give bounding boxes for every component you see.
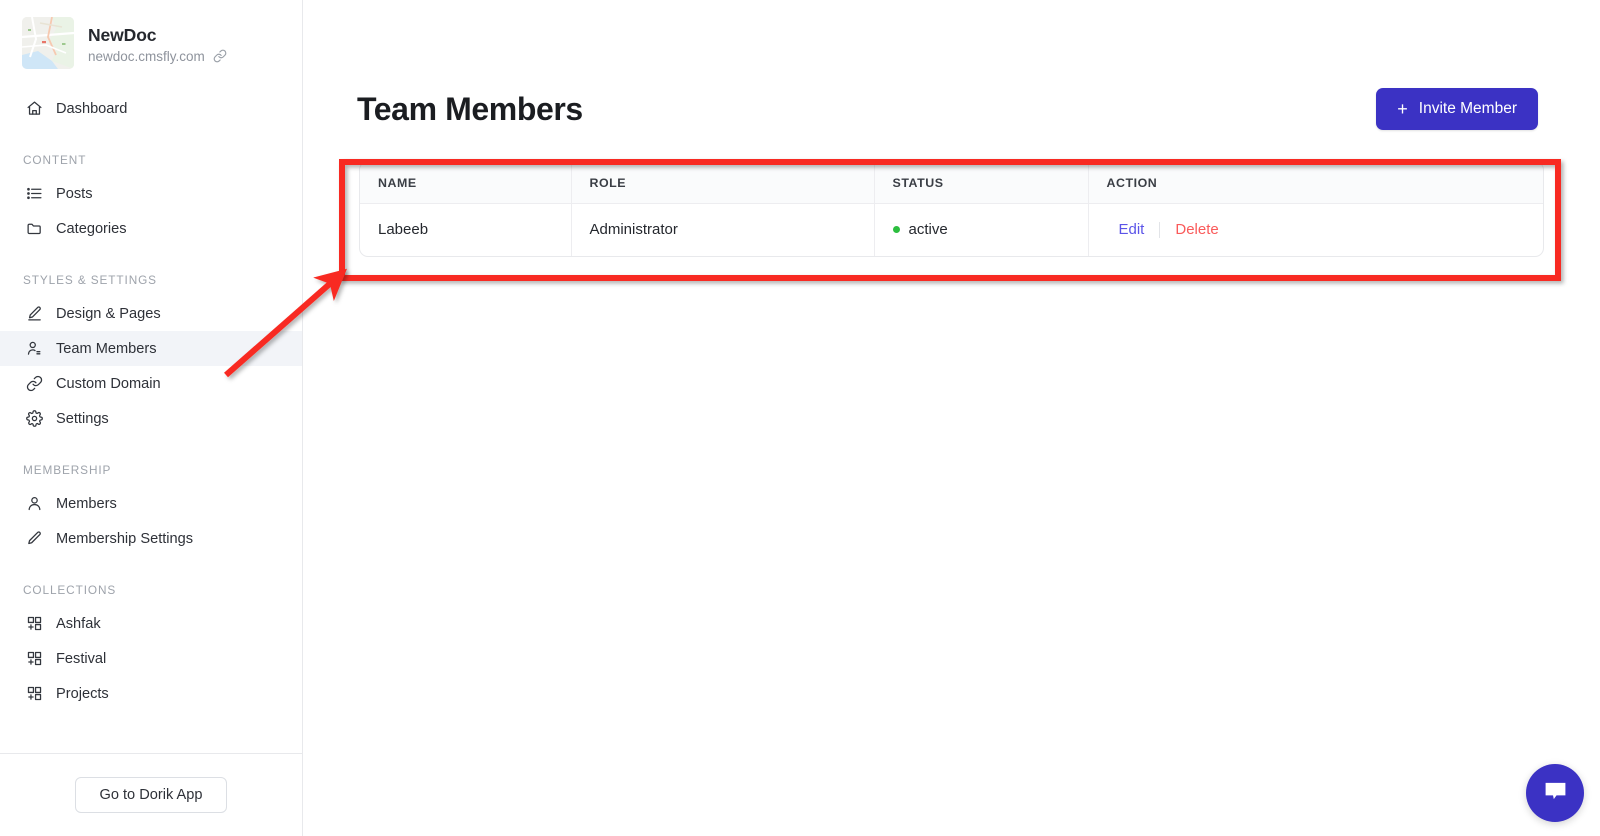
sidebar-item-label: Settings: [56, 410, 109, 427]
column-header-status: STATUS: [873, 162, 1088, 204]
app-root: NewDoc newdoc.cmsfly.com Dashboard CONTE…: [0, 0, 1600, 836]
plus-icon: +: [1397, 99, 1408, 119]
sidebar-item-projects[interactable]: Projects: [0, 676, 302, 711]
sidebar-section-membership: MEMBERSHIP: [23, 463, 112, 477]
list-icon: [25, 185, 43, 203]
chat-support-button[interactable]: [1526, 764, 1584, 822]
status-dot-icon: [892, 226, 900, 233]
invite-member-label: Invite Member: [1418, 100, 1517, 117]
link-icon: [25, 375, 43, 393]
sidebar-item-design-pages[interactable]: Design & Pages: [0, 296, 302, 331]
table-header: NAME ROLE STATUS ACTION: [360, 162, 1543, 204]
site-logo-thumbnail: [22, 17, 74, 69]
sidebar-section-content: CONTENT: [23, 153, 87, 167]
cell-role: Administrator: [570, 203, 874, 256]
table-header-row: NAME ROLE STATUS ACTION: [360, 162, 1543, 204]
sidebar-item-ashfak[interactable]: Ashfak: [0, 606, 302, 641]
sidebar-item-label: Ashfak: [56, 615, 101, 632]
sidebar-item-posts[interactable]: Posts: [0, 176, 302, 211]
sidebar-nav: Dashboard CONTENT Posts Categories STYLE…: [0, 69, 302, 711]
team-members-table: NAME ROLE STATUS ACTION Labeeb Administr…: [360, 162, 1543, 256]
folder-icon: [25, 220, 43, 238]
cell-status: active: [873, 203, 1088, 256]
sidebar: NewDoc newdoc.cmsfly.com Dashboard CONTE…: [0, 0, 303, 836]
sidebar-item-label: Design & Pages: [56, 305, 161, 322]
sidebar-item-label: Dashboard: [56, 100, 128, 117]
sidebar-item-membership-settings[interactable]: Membership Settings: [0, 521, 302, 556]
collection-grid-icon: [25, 650, 43, 668]
team-members-table-container: NAME ROLE STATUS ACTION Labeeb Administr…: [359, 161, 1544, 257]
site-url-row: newdoc.cmsfly.com: [88, 49, 227, 64]
go-to-dorik-app-button[interactable]: Go to Dorik App: [75, 777, 227, 813]
brand-header[interactable]: NewDoc newdoc.cmsfly.com: [0, 0, 302, 69]
column-header-name: NAME: [360, 162, 571, 204]
sidebar-section-collections: COLLECTIONS: [23, 583, 117, 597]
sidebar-item-settings[interactable]: Settings: [0, 401, 302, 436]
sidebar-footer: Go to Dorik App: [0, 753, 302, 836]
invite-member-button[interactable]: + Invite Member: [1376, 88, 1538, 130]
collection-grid-icon: [25, 615, 43, 633]
sidebar-item-label: Projects: [56, 685, 109, 702]
collection-grid-icon: [25, 685, 43, 703]
sidebar-item-festival[interactable]: Festival: [0, 641, 302, 676]
column-header-action: ACTION: [1087, 162, 1543, 204]
sidebar-item-label: Posts: [56, 185, 93, 202]
pen-icon: [25, 530, 43, 548]
sidebar-item-label: Custom Domain: [56, 375, 161, 392]
sidebar-item-label: Members: [56, 495, 117, 512]
user-settings-icon: [25, 340, 43, 358]
user-icon: [25, 495, 43, 513]
status-badge: active: [908, 221, 948, 238]
home-icon: [25, 100, 43, 118]
sidebar-item-label: Categories: [56, 220, 127, 237]
edit-link[interactable]: Edit: [1119, 221, 1145, 238]
cell-action: Edit Delete: [1087, 203, 1543, 256]
site-name: NewDoc: [88, 24, 157, 45]
site-url: newdoc.cmsfly.com: [88, 48, 205, 64]
sidebar-item-categories[interactable]: Categories: [0, 211, 302, 246]
delete-link[interactable]: Delete: [1175, 221, 1218, 238]
sidebar-item-members[interactable]: Members: [0, 486, 302, 521]
action-separator: [1159, 221, 1161, 238]
brand-text: NewDoc newdoc.cmsfly.com: [88, 23, 227, 64]
chat-bubble-icon: [1542, 777, 1569, 809]
gear-icon: [25, 410, 43, 428]
pen-icon: [25, 305, 43, 323]
table-body: Labeeb Administrator active Edit Delete: [360, 203, 1543, 256]
sidebar-item-label: Membership Settings: [56, 530, 194, 547]
page-title: Team Members: [357, 91, 583, 127]
table-row: Labeeb Administrator active Edit Delete: [360, 203, 1543, 256]
column-header-role: ROLE: [570, 162, 874, 204]
link-icon[interactable]: [213, 49, 227, 63]
sidebar-section-styles-settings: STYLES & SETTINGS: [23, 273, 157, 287]
sidebar-item-custom-domain[interactable]: Custom Domain: [0, 366, 302, 401]
sidebar-item-team-members[interactable]: Team Members: [0, 331, 302, 366]
main-content: Team Members + Invite Member NAME ROLE S…: [303, 0, 1600, 836]
sidebar-item-label: Festival: [56, 650, 107, 667]
page-header: Team Members + Invite Member: [303, 0, 1600, 130]
sidebar-item-label: Team Members: [56, 340, 157, 357]
cell-name: Labeeb: [378, 221, 429, 238]
sidebar-item-dashboard[interactable]: Dashboard: [0, 91, 302, 126]
